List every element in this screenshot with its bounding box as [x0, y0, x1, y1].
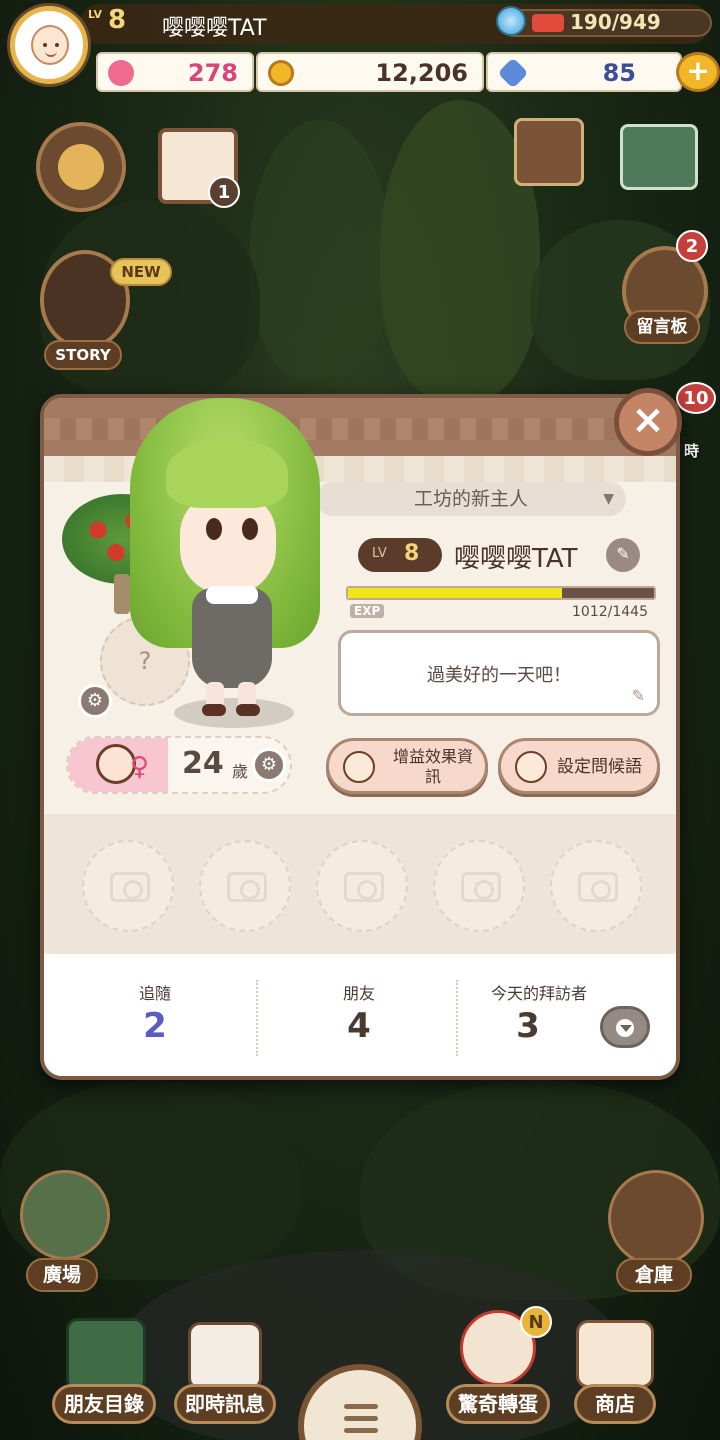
message-board-label: 留言板	[624, 310, 700, 344]
greeting-text: 過美好的一天吧！	[427, 665, 571, 686]
close-icon[interactable]: ×	[614, 388, 682, 456]
gear-icon[interactable]: ⚙	[78, 684, 112, 718]
friends-stat[interactable]: 朋友 4	[254, 954, 464, 1076]
coins-counter[interactable]: 12,206	[256, 52, 484, 92]
storage-cube-icon[interactable]	[620, 124, 698, 190]
chat-card-icon[interactable]	[188, 1322, 262, 1390]
title-text: 工坊的新主人	[413, 488, 528, 510]
camera-icon	[461, 872, 501, 902]
camera-icon	[110, 872, 150, 902]
age-settings-gear-icon[interactable]: ⚙	[252, 748, 286, 782]
photo-gallery	[44, 814, 676, 954]
dialog-player-name: 嘤嘤嘤TAT	[454, 544, 578, 574]
energy-fill	[532, 14, 564, 32]
heart-icon	[108, 60, 134, 86]
dialog-level: 8	[404, 541, 420, 566]
set-greeting-label: 設定問候語	[557, 757, 642, 777]
gem-icon	[497, 57, 529, 89]
gender-badge: ♀	[68, 738, 168, 792]
coin-icon	[268, 60, 294, 86]
plaza-label: 廣場	[26, 1258, 98, 1292]
story-new-badge: NEW	[110, 258, 172, 286]
plaza-icon[interactable]	[20, 1170, 110, 1260]
camera-icon	[227, 872, 267, 902]
edit-greeting-icon[interactable]: ✎	[632, 686, 645, 705]
warehouse-icon[interactable]	[608, 1170, 704, 1266]
camera-icon	[344, 872, 384, 902]
visitors-label: 今天的拜訪者	[490, 984, 587, 1003]
age-unit: 歲	[232, 762, 249, 781]
female-symbol-icon: ♀	[130, 752, 150, 782]
expand-up-button[interactable]	[36, 122, 126, 212]
friends-label: 朋友	[342, 984, 375, 1003]
gacha-button[interactable]: 驚奇轉蛋	[446, 1384, 550, 1424]
wave-icon	[515, 751, 547, 783]
gems-value: 85	[602, 59, 636, 87]
message-board-badge: 2	[676, 230, 708, 262]
chevron-up-icon	[58, 144, 104, 190]
decor-box-icon[interactable]	[514, 118, 584, 186]
hearts-value: 278	[187, 59, 238, 87]
add-gems-button[interactable]: +	[676, 52, 720, 92]
hud-level-prefix: LV	[88, 8, 103, 21]
photo-slot[interactable]	[433, 840, 525, 932]
dialog-level-prefix: LV	[372, 546, 387, 561]
hud-player-name: 嘤嘤嘤TAT	[162, 16, 267, 41]
caret-down-icon: ▼	[603, 491, 614, 507]
social-stats: 追隨 2 朋友 4 今天的拜訪者 3	[44, 948, 676, 1076]
photo-slot[interactable]	[316, 840, 408, 932]
buff-icon	[343, 751, 375, 783]
exp-label: EXP	[350, 604, 385, 618]
coins-value: 12,206	[375, 59, 468, 87]
exp-fill	[348, 588, 563, 598]
followers-stat[interactable]: 追隨 2	[50, 954, 260, 1076]
story-label: STORY	[44, 340, 122, 370]
profile-dialog: 工坊的新主人 ▼ ? ⚙ LV 8 嘤嘤嘤TAT ✎ EXP 1012/1445…	[40, 394, 680, 1080]
friend-list-book-icon[interactable]	[66, 1318, 146, 1392]
photo-slot[interactable]	[550, 840, 642, 932]
dialog-level-badge: LV 8	[358, 538, 442, 572]
hearts-counter[interactable]: 278	[96, 52, 254, 92]
exp-text: 1012/1445	[572, 604, 648, 620]
shop-building-icon[interactable]	[576, 1320, 654, 1388]
photo-slot[interactable]	[199, 840, 291, 932]
player-character[interactable]	[130, 398, 330, 718]
followers-value: 2	[143, 1006, 167, 1046]
right-side-label: 時	[684, 442, 700, 460]
energy-icon	[496, 6, 526, 36]
gacha-new-badge: N	[520, 1306, 552, 1338]
age-value: 24	[182, 746, 224, 781]
friend-list-button[interactable]: 朋友目錄	[52, 1384, 156, 1424]
calendar-badge: 1	[208, 176, 240, 208]
instant-message-button[interactable]: 即時訊息	[174, 1384, 276, 1424]
title-selector[interactable]: 工坊的新主人 ▼	[316, 482, 626, 516]
photo-slot[interactable]	[82, 840, 174, 932]
buff-info-label: 增益效果資 訊	[392, 747, 473, 786]
gems-counter[interactable]: 85	[486, 52, 682, 92]
visitors-value: 3	[516, 1006, 540, 1046]
set-greeting-button[interactable]: 設定問候語	[498, 738, 660, 794]
right-side-badge: 10	[676, 382, 716, 414]
buff-info-button[interactable]: 增益效果資 訊	[326, 738, 488, 794]
friends-value: 4	[347, 1006, 371, 1046]
visitors-dropdown-button[interactable]	[600, 1006, 650, 1048]
warehouse-label: 倉庫	[616, 1258, 692, 1292]
camera-icon	[578, 872, 618, 902]
edit-name-icon[interactable]: ✎	[606, 538, 640, 572]
player-avatar[interactable]	[10, 6, 88, 84]
greeting-bubble[interactable]: 過美好的一天吧！ ✎	[338, 630, 660, 716]
energy-text: 190/949	[570, 10, 661, 34]
followers-label: 追隨	[138, 984, 171, 1003]
hud-level: 8	[108, 5, 127, 35]
exp-bar	[346, 586, 656, 600]
shop-button[interactable]: 商店	[574, 1384, 656, 1424]
